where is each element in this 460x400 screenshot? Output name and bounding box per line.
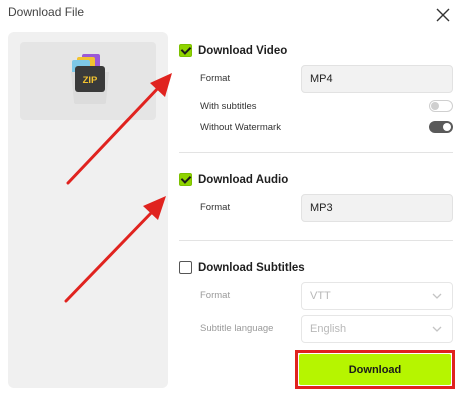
download-audio-label: Download Audio — [198, 173, 289, 186]
section-divider — [179, 240, 453, 241]
audio-format-select[interactable]: MP3 — [301, 194, 453, 222]
download-video-label: Download Video — [198, 44, 288, 57]
zip-file-icon: ZIP — [68, 52, 112, 106]
dialog-title: Download File — [8, 5, 85, 19]
download-subtitles-toggle[interactable]: Download Subtitles — [179, 261, 305, 274]
subtitle-language-value: English — [310, 323, 347, 335]
close-icon[interactable] — [435, 7, 451, 23]
svg-text:ZIP: ZIP — [83, 75, 98, 86]
subtitle-language-select[interactable]: English — [301, 315, 453, 343]
audio-format-value: MP3 — [310, 202, 333, 214]
download-file-dialog: Download File ZIP Download Video Format … — [0, 0, 460, 400]
audio-format-label: Format — [200, 202, 231, 213]
download-subtitles-label: Download Subtitles — [198, 261, 305, 274]
download-audio-toggle[interactable]: Download Audio — [179, 173, 288, 186]
section-divider — [179, 152, 453, 153]
subtitle-format-label: Format — [200, 290, 231, 301]
download-subtitles-checkbox[interactable] — [179, 261, 192, 274]
without-watermark-label: Without Watermark — [200, 122, 281, 133]
preview-thumbnail: ZIP — [20, 42, 156, 120]
download-button[interactable]: Download — [299, 354, 451, 385]
chevron-down-icon — [432, 324, 442, 334]
download-video-checkbox[interactable] — [179, 44, 192, 57]
video-format-label: Format — [200, 73, 231, 84]
preview-panel: ZIP — [8, 32, 168, 388]
video-format-select[interactable]: MP4 — [301, 65, 453, 93]
video-format-value: MP4 — [310, 73, 333, 85]
subtitle-language-label: Subtitle language — [200, 323, 274, 334]
subtitle-format-value: VTT — [310, 290, 331, 302]
with-subtitles-label: With subtitles — [200, 101, 257, 112]
subtitle-format-select[interactable]: VTT — [301, 282, 453, 310]
without-watermark-toggle[interactable] — [429, 121, 453, 133]
download-audio-checkbox[interactable] — [179, 173, 192, 186]
download-video-toggle[interactable]: Download Video — [179, 44, 287, 57]
chevron-down-icon — [432, 291, 442, 301]
with-subtitles-toggle[interactable] — [429, 100, 453, 112]
